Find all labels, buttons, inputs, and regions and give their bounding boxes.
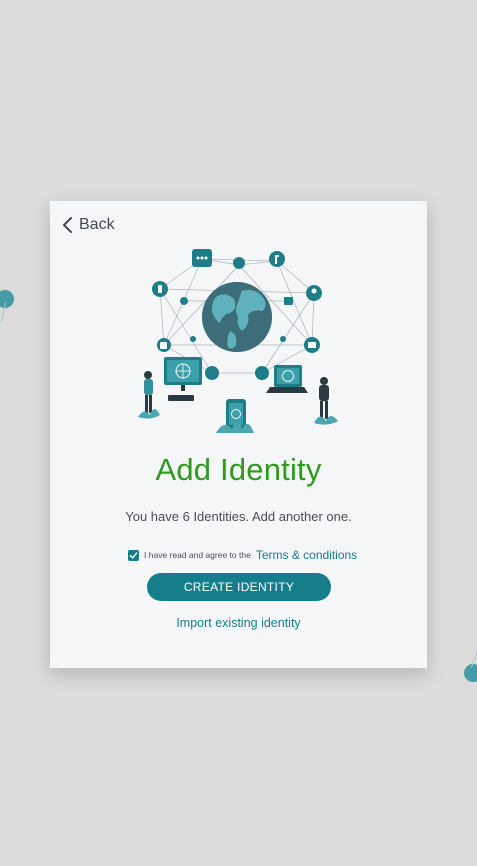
chevron-left-icon [62, 217, 73, 233]
create-identity-button[interactable]: CREATE IDENTITY [147, 573, 331, 601]
import-identity-link[interactable]: Import existing identity [50, 616, 427, 630]
terms-label: I have read and agree to the [144, 550, 251, 560]
background-decoration-dot [0, 290, 14, 308]
terms-checkbox[interactable] [128, 549, 139, 561]
checkmark-icon [129, 551, 138, 559]
terms-link[interactable]: Terms & conditions [256, 548, 357, 562]
terms-agreement: I have read and agree to the Terms & con… [128, 548, 357, 562]
identity-count-text: You have 6 Identities. Add another one. [125, 509, 352, 524]
back-button[interactable]: Back [62, 216, 115, 234]
back-button-label: Back [79, 216, 115, 233]
page-title: Add Identity [155, 452, 322, 487]
add-identity-card: Back Add Identity You have 6 Identities.… [50, 201, 427, 668]
network-globe-illustration [138, 245, 340, 437]
